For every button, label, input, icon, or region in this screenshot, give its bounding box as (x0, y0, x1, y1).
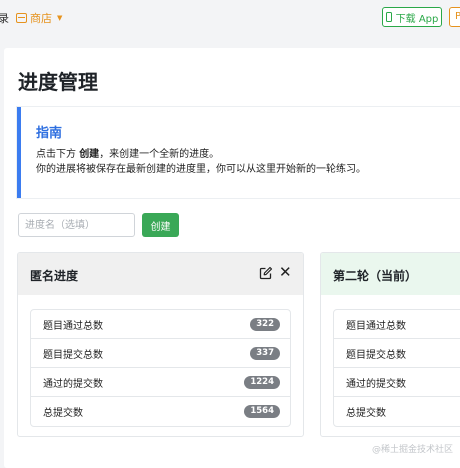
stat-label: 总提交数 (43, 408, 83, 419)
stat-value-badge: 337 (250, 346, 280, 360)
stat-value-badge: 322 (250, 317, 280, 331)
chevron-down-icon: ▼ (57, 14, 63, 22)
store-link[interactable]: 商店 ▼ (16, 10, 62, 26)
stat-row: 通过的提交数 1224 (31, 368, 290, 397)
card-header: 第二轮（当前） (321, 253, 460, 295)
download-app-label: 下载 App (395, 13, 439, 25)
guide-line1-prefix: 点击下方 (36, 149, 80, 160)
stat-value-badge: 1224 (244, 375, 280, 389)
stat-label: 总提交数 (346, 408, 386, 419)
stat-row: 题目通过总数 322 (31, 310, 290, 339)
progress-card-round-two: 第二轮（当前） 题目通过总数 题目提交总数 通过的提交数 总提交数 (320, 252, 460, 437)
card-title: 匿名进度 (30, 269, 79, 283)
download-app-button[interactable]: 下载 App (382, 7, 442, 27)
stat-row: 总提交数 1564 (31, 397, 290, 426)
store-label: 商店 (30, 12, 52, 25)
stats-list: 题目通过总数 题目提交总数 通过的提交数 总提交数 (333, 309, 460, 427)
stat-label: 题目提交总数 (346, 349, 406, 361)
top-cut-text: 录 (0, 12, 9, 25)
guide-line1-bold: 创建 (79, 149, 100, 160)
page-title: 进度管理 (18, 70, 98, 94)
stat-label: 通过的提交数 (346, 378, 406, 390)
top-bar: 录 商店 ▼ 下载 App P (0, 0, 460, 34)
stat-label: 通过的提交数 (43, 378, 103, 390)
watermark: @稀土掘金技术社区 (372, 445, 454, 455)
stat-label: 题目通过总数 (346, 320, 406, 332)
guide-text-line1: 点击下方 创建，来创建一个全新的进度。 (36, 145, 219, 160)
stat-row: 通过的提交数 (334, 368, 460, 397)
progress-name-input[interactable] (18, 213, 135, 237)
phone-icon (385, 12, 392, 22)
card-header: 匿名进度 ✕ (18, 253, 303, 295)
create-button[interactable]: 创建 (142, 213, 179, 237)
stat-row: 总提交数 (334, 397, 460, 426)
guide-box: 指南 点击下方 创建，来创建一个全新的进度。 你的进展将被保存在最新创建的进度里… (17, 107, 460, 198)
guide-title: 指南 (36, 126, 63, 141)
store-icon (16, 13, 27, 23)
stat-row: 题目通过总数 (334, 310, 460, 339)
progress-card-anonymous: 匿名进度 ✕ 题目通过总数 322 题目提交总数 337 通过的提交数 1224… (17, 252, 304, 437)
edit-icon[interactable] (259, 266, 273, 280)
stat-row: 题目提交总数 337 (31, 339, 290, 368)
stat-label: 题目提交总数 (43, 349, 103, 361)
stat-value-badge: 1564 (244, 405, 280, 418)
stat-row: 题目提交总数 (334, 339, 460, 368)
guide-line1-suffix: ，来创建一个全新的进度。 (99, 149, 220, 160)
cut-off-button[interactable]: P (449, 7, 460, 27)
guide-text-line2: 你的进展将被保存在最新创建的进度里，你可以从这里开始新的一轮练习。 (36, 164, 366, 175)
close-icon[interactable]: ✕ (279, 265, 293, 280)
stats-list: 题目通过总数 322 题目提交总数 337 通过的提交数 1224 总提交数 1… (30, 309, 291, 427)
stat-label: 题目通过总数 (43, 320, 103, 332)
card-title: 第二轮（当前） (333, 269, 418, 283)
